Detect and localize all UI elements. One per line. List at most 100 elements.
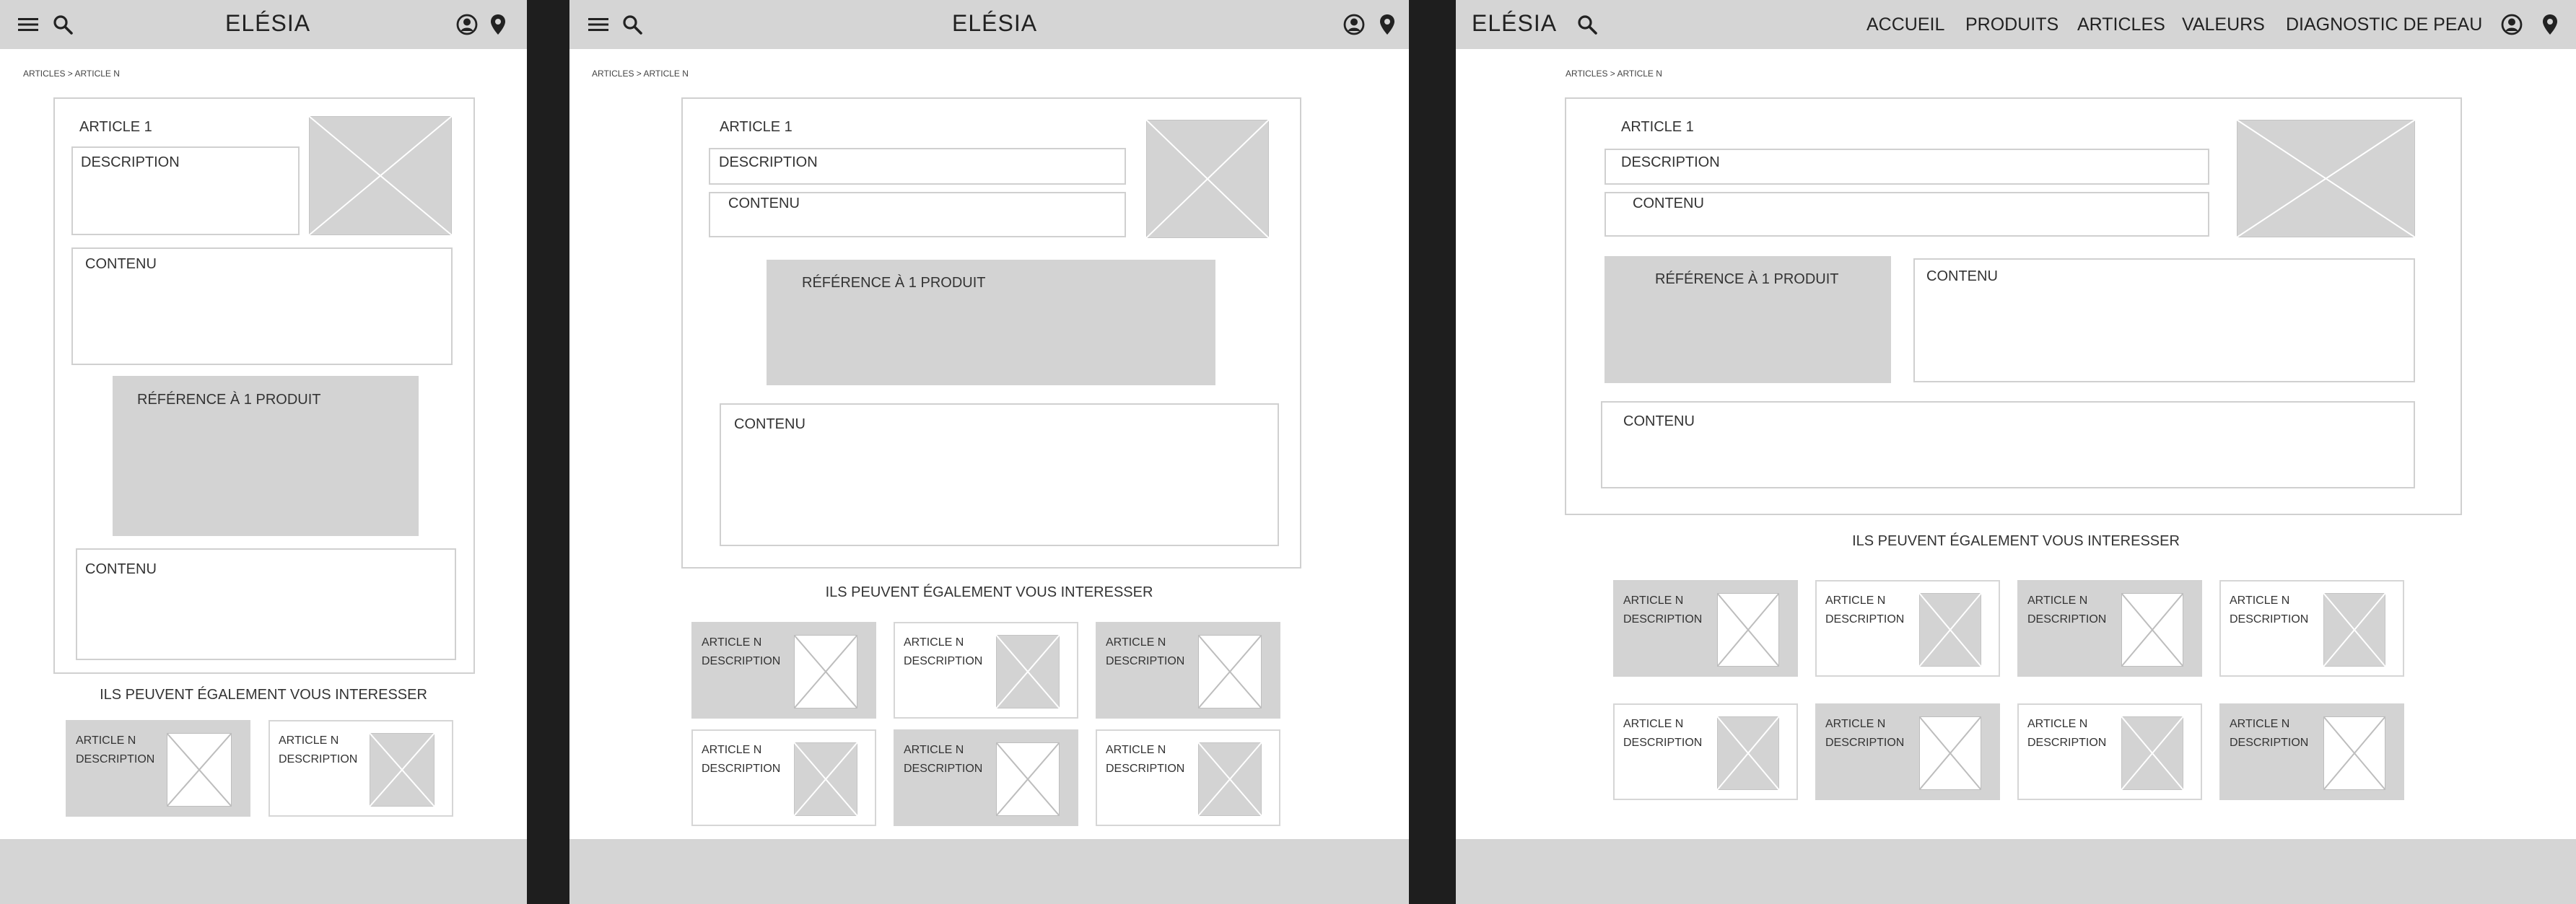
product-reference-label: RÉFÉRENCE À 1 PRODUIT: [802, 275, 986, 291]
image-placeholder-icon: [1919, 716, 1981, 790]
card-title: ARTICLE N: [1623, 594, 1684, 607]
content-label: CONTENU: [728, 196, 800, 211]
content-label: CONTENU: [85, 561, 157, 577]
site-footer: [0, 839, 527, 904]
image-placeholder-icon: [1146, 120, 1269, 238]
brand-logo[interactable]: ELÉSIA: [1472, 10, 1557, 37]
image-placeholder-icon: [2121, 593, 2183, 667]
related-article-card[interactable]: ARTICLE N DESCRIPTION: [2219, 703, 2404, 800]
hamburger-menu-icon[interactable]: [17, 16, 39, 33]
related-article-card[interactable]: ARTICLE N DESCRIPTION: [2017, 703, 2202, 800]
card-title: ARTICLE N: [1623, 718, 1684, 730]
related-article-card[interactable]: ARTICLE N DESCRIPTION: [2017, 580, 2202, 677]
description-label: DESCRIPTION: [81, 154, 180, 170]
site-header: ELÉSIA ACCUEIL PRODUITS ARTICLES VALEURS…: [1456, 0, 2576, 49]
related-article-card[interactable]: ARTICLE N DESCRIPTION: [691, 622, 876, 719]
related-articles-heading: ILS PEUVENT ÉGALEMENT VOUS INTERESSER: [825, 584, 1153, 600]
nav-link-produits[interactable]: PRODUITS: [1965, 14, 2058, 35]
brand-logo[interactable]: ELÉSIA: [952, 10, 1037, 37]
card-title: ARTICLE N: [2230, 718, 2290, 730]
image-placeholder-icon: [996, 742, 1060, 816]
image-placeholder-icon: [2237, 120, 2415, 237]
nav-link-articles[interactable]: ARTICLES: [2077, 14, 2165, 35]
card-description: DESCRIPTION: [2027, 613, 2107, 626]
breadcrumb[interactable]: ARTICLES > ARTICLE N: [1566, 69, 1662, 79]
card-title: ARTICLE N: [1825, 594, 1886, 607]
product-reference-label: RÉFÉRENCE À 1 PRODUIT: [137, 392, 321, 408]
breadcrumb[interactable]: ARTICLES > ARTICLE N: [592, 69, 689, 79]
search-icon[interactable]: [1577, 14, 1597, 35]
related-article-card[interactable]: ARTICLE N DESCRIPTION: [1096, 622, 1280, 719]
site-footer: [569, 839, 1409, 904]
card-description: DESCRIPTION: [1825, 737, 1905, 749]
image-placeholder-icon: [1919, 593, 1981, 667]
image-placeholder-icon: [1198, 742, 1262, 816]
related-article-card[interactable]: ARTICLE N DESCRIPTION: [66, 720, 250, 817]
card-title: ARTICLE N: [702, 636, 762, 649]
related-article-card[interactable]: ARTICLE N DESCRIPTION: [2219, 580, 2404, 677]
content-block: [1601, 401, 2415, 488]
card-description: DESCRIPTION: [1623, 737, 1703, 749]
site-footer: [1456, 839, 2576, 904]
card-description: DESCRIPTION: [1106, 655, 1185, 667]
search-icon[interactable]: [53, 14, 73, 35]
image-placeholder-icon: [996, 635, 1060, 708]
related-article-card[interactable]: ARTICLE N DESCRIPTION: [691, 729, 876, 826]
card-title: ARTICLE N: [2027, 718, 2088, 730]
card-title: ARTICLE N: [76, 734, 136, 747]
location-pin-icon[interactable]: [2542, 14, 2558, 35]
card-title: ARTICLE N: [2230, 594, 2290, 607]
description-label: DESCRIPTION: [719, 154, 818, 170]
image-placeholder-icon: [2121, 716, 2183, 790]
card-description: DESCRIPTION: [904, 655, 983, 667]
brand-logo[interactable]: ELÉSIA: [225, 10, 310, 37]
card-description: DESCRIPTION: [2230, 613, 2309, 626]
hamburger-menu-icon[interactable]: [588, 16, 609, 33]
content-label: CONTENU: [85, 256, 157, 272]
search-icon[interactable]: [622, 14, 642, 35]
card-title: ARTICLE N: [279, 734, 339, 747]
nav-link-valeurs[interactable]: VALEURS: [2182, 14, 2265, 35]
content-label: CONTENU: [1623, 413, 1695, 429]
related-article-card[interactable]: ARTICLE N DESCRIPTION: [1613, 703, 1798, 800]
related-article-card[interactable]: ARTICLE N DESCRIPTION: [1096, 729, 1280, 826]
article-title: ARTICLE 1: [79, 119, 152, 135]
site-header: ELÉSIA: [0, 0, 527, 49]
image-placeholder-icon: [2323, 593, 2385, 667]
card-description: DESCRIPTION: [2230, 737, 2309, 749]
nav-link-diagnostic[interactable]: DIAGNOSTIC DE PEAU: [2286, 14, 2482, 35]
user-account-icon[interactable]: [2501, 14, 2523, 35]
related-article-card[interactable]: ARTICLE N DESCRIPTION: [1815, 580, 2000, 677]
product-reference-label: RÉFÉRENCE À 1 PRODUIT: [1655, 271, 1839, 287]
image-placeholder-icon: [794, 742, 857, 816]
card-description: DESCRIPTION: [2027, 737, 2107, 749]
card-description: DESCRIPTION: [904, 763, 983, 775]
card-description: DESCRIPTION: [279, 753, 358, 765]
location-pin-icon[interactable]: [490, 14, 506, 35]
site-header: ELÉSIA: [569, 0, 1409, 49]
image-placeholder-icon: [1717, 593, 1779, 667]
content-label: CONTENU: [734, 416, 805, 432]
wireframe-mobile: ELÉSIA ARTICLES > ARTICLE N ARTICLE 1 DE…: [0, 0, 527, 904]
user-account-icon[interactable]: [456, 14, 478, 35]
card-description: DESCRIPTION: [702, 655, 781, 667]
breadcrumb[interactable]: ARTICLES > ARTICLE N: [23, 69, 120, 79]
wireframe-desktop: ELÉSIA ACCUEIL PRODUITS ARTICLES VALEURS…: [1456, 0, 2576, 904]
related-articles-heading: ILS PEUVENT ÉGALEMENT VOUS INTERESSER: [1852, 533, 2180, 549]
card-title: ARTICLE N: [702, 744, 762, 756]
content-label: CONTENU: [1926, 268, 1998, 284]
user-account-icon[interactable]: [1343, 14, 1365, 35]
card-description: DESCRIPTION: [1623, 613, 1703, 626]
card-description: DESCRIPTION: [1825, 613, 1905, 626]
related-article-card[interactable]: ARTICLE N DESCRIPTION: [1613, 580, 1798, 677]
nav-link-accueil[interactable]: ACCUEIL: [1866, 14, 1944, 35]
related-article-card[interactable]: ARTICLE N DESCRIPTION: [268, 720, 453, 817]
related-articles-heading: ILS PEUVENT ÉGALEMENT VOUS INTERESSER: [100, 687, 427, 703]
related-article-card[interactable]: ARTICLE N DESCRIPTION: [1815, 703, 2000, 800]
card-description: DESCRIPTION: [702, 763, 781, 775]
image-placeholder-icon: [167, 733, 232, 807]
location-pin-icon[interactable]: [1379, 14, 1395, 35]
card-title: ARTICLE N: [1825, 718, 1886, 730]
related-article-card[interactable]: ARTICLE N DESCRIPTION: [894, 729, 1078, 826]
related-article-card[interactable]: ARTICLE N DESCRIPTION: [894, 622, 1078, 719]
